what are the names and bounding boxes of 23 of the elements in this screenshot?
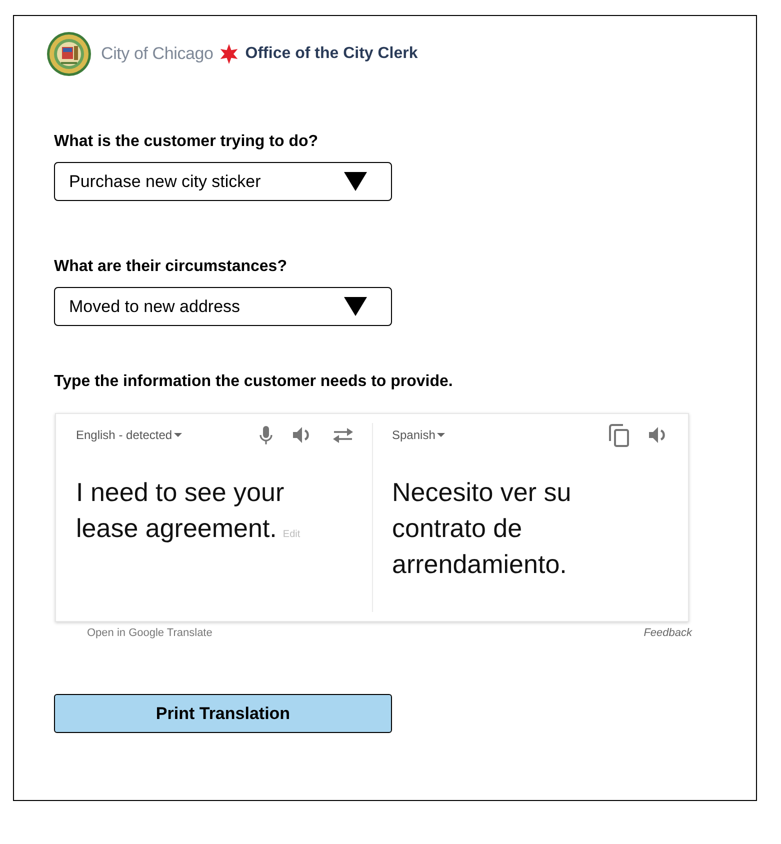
feedback-link[interactable]: Feedback <box>644 627 692 640</box>
source-text-input[interactable]: I need to see your lease agreement. Edit <box>76 474 338 546</box>
copy-icon[interactable] <box>609 424 631 446</box>
prompt-label: Type the information the customer needs to provide. <box>54 372 454 391</box>
question-label: What is the customer trying to do? <box>54 132 320 151</box>
microphone-icon[interactable] <box>259 426 273 444</box>
translation-text: Necesito ver su contrato de arrendamiento. <box>392 476 572 581</box>
language-selector[interactable]: English - detected <box>76 428 182 442</box>
city-name: City of Chicago <box>101 44 214 64</box>
question-label: What are their circumstances? <box>54 257 288 276</box>
dropdown[interactable]: Moved to new address <box>54 287 392 326</box>
open-link[interactable]: Open in Google Translate <box>87 627 212 640</box>
dropdown[interactable]: Purchase new city sticker <box>54 162 392 201</box>
office-name: Office of the City Clerk <box>245 45 418 63</box>
star-icon <box>219 44 240 64</box>
caret-icon <box>344 297 367 316</box>
print-button[interactable]: Print Translation <box>54 694 392 733</box>
city-seal-icon <box>47 32 91 76</box>
caret-icon <box>174 433 182 437</box>
language-selector[interactable]: Spanish <box>392 428 446 442</box>
caret-icon <box>437 433 446 437</box>
swap-arrows-icon[interactable] <box>333 426 353 444</box>
caret-icon <box>344 172 367 191</box>
